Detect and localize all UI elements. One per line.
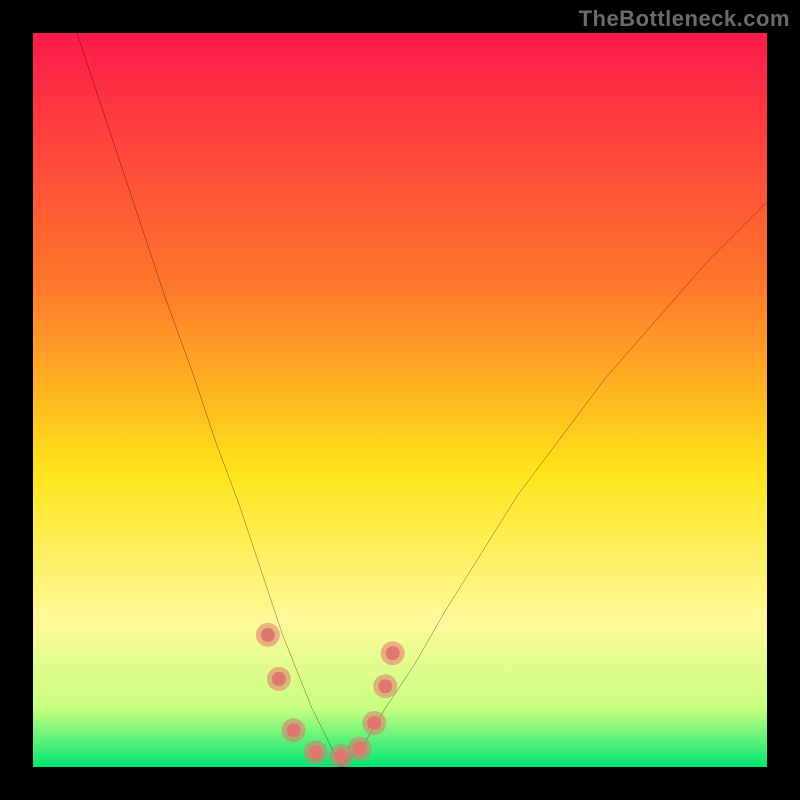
marker-inner: [334, 749, 348, 763]
marker-inner: [287, 723, 301, 737]
marker-inner: [261, 628, 275, 642]
marker-inner: [378, 679, 392, 693]
chart-canvas: [33, 33, 767, 767]
attribution-text: TheBottleneck.com: [579, 6, 790, 32]
marker-inner: [309, 745, 323, 759]
marker-inner: [272, 672, 286, 686]
marker-inner: [386, 646, 400, 660]
marker-inner: [353, 742, 367, 756]
marker-inner: [367, 716, 381, 730]
